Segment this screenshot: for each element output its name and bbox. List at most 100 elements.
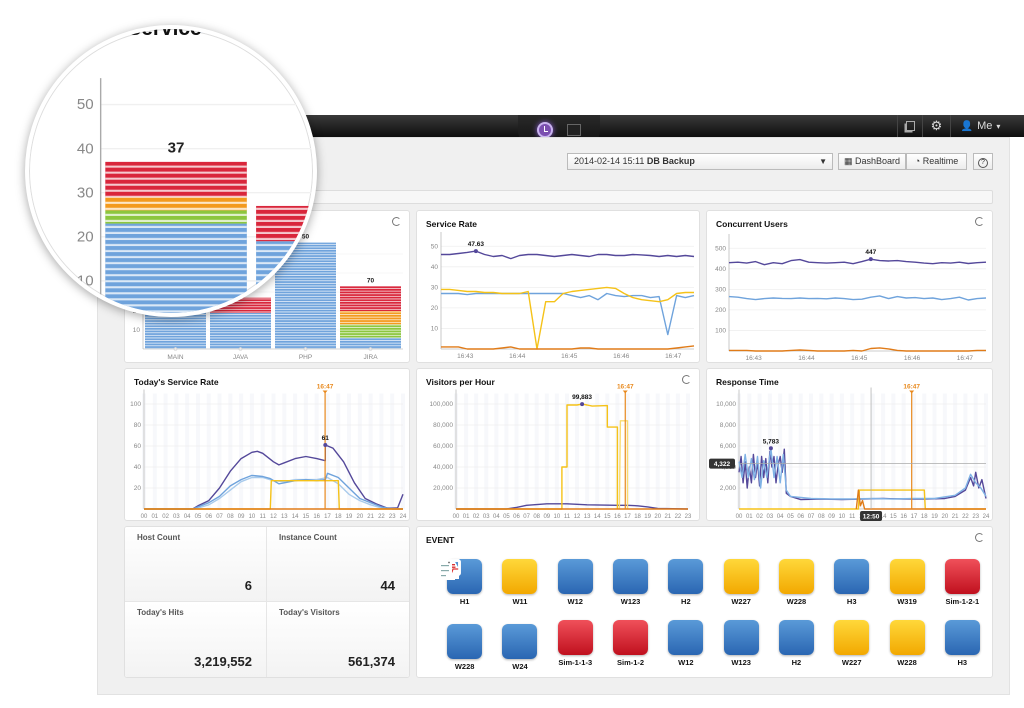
hour-band xyxy=(249,393,254,509)
monitor-icon xyxy=(437,559,593,594)
magnified-active-service-chart: 102030405037MAINJAVA50PHP70JIRAActive Se… xyxy=(59,29,313,313)
y-tick-label: 20 xyxy=(134,485,142,492)
y-tick-label: 50 xyxy=(77,96,94,113)
event-item[interactable]: W11 xyxy=(437,559,547,606)
event-item[interactable]: H3 xyxy=(438,559,879,606)
x-tick-label: 19 xyxy=(644,514,651,520)
event-item[interactable]: W228 xyxy=(437,559,824,606)
x-tick-label: 01 xyxy=(151,514,158,520)
event-item[interactable]: Sim-1-1-3 xyxy=(439,562,603,671)
event-label: W123 xyxy=(620,597,641,606)
y-tick-label: 8,000 xyxy=(720,422,737,429)
series-line xyxy=(441,250,695,260)
hour-band xyxy=(757,393,762,509)
snapshot-date: 2014-02-14 15:11 xyxy=(574,156,645,166)
x-tick-label: 19 xyxy=(931,514,938,520)
hour-band xyxy=(293,393,298,509)
user-menu[interactable]: 👤 Me ▾ xyxy=(950,115,1010,137)
stat-label: Host Count xyxy=(137,533,181,542)
x-tick-label: 07 xyxy=(808,514,815,520)
event-label: H2 xyxy=(681,597,691,606)
data-point xyxy=(768,446,773,451)
event-item[interactable]: W12 xyxy=(437,559,713,671)
y-tick-label: 10 xyxy=(431,325,439,332)
x-tick-label: 03 xyxy=(767,514,774,520)
realtime-icon[interactable] xyxy=(682,375,691,384)
x-tick-label: 11 xyxy=(849,514,856,520)
x-tick-label: 11 xyxy=(260,514,267,520)
clock-icon[interactable] xyxy=(537,122,553,138)
hour-band xyxy=(534,393,539,509)
event-item[interactable]: W12 xyxy=(437,559,603,606)
event-item[interactable]: W319 xyxy=(437,559,934,606)
x-tick-label: 15 xyxy=(303,514,310,520)
x-tick-label: 01 xyxy=(463,514,470,520)
help-button[interactable]: ? xyxy=(973,153,993,170)
panel-title: EVENT xyxy=(426,535,455,545)
hour-band xyxy=(860,393,865,509)
series-line xyxy=(729,347,986,352)
x-tick-label: 18 xyxy=(634,514,641,520)
x-tick-label: 16 xyxy=(614,514,621,520)
x-tick-label: 00 xyxy=(141,514,148,520)
data-point xyxy=(473,249,478,254)
x-tick-label: 16:46 xyxy=(613,353,630,360)
event-item[interactable]: W123 xyxy=(437,559,768,671)
chevron-down-icon: ▾ xyxy=(996,121,1001,131)
y-tick-label: 30 xyxy=(77,184,94,201)
y-tick-label: 60 xyxy=(134,443,142,450)
snapshot-select[interactable]: 2014-02-14 15:11 DB Backup ▼ xyxy=(567,153,833,170)
event-item[interactable]: W227 xyxy=(437,559,879,671)
gear-icon[interactable]: ⚙ xyxy=(922,115,950,137)
y-tick-label: 20,000 xyxy=(433,485,453,492)
event-item[interactable]: W228 xyxy=(437,559,492,671)
stat-value: 3,219,552 xyxy=(194,654,252,669)
event-item[interactable]: W24 xyxy=(437,559,547,671)
event-item[interactable]: Sim-1-2-1 xyxy=(439,559,990,606)
event-item[interactable]: Sim-1-2 xyxy=(439,562,658,671)
inbox-icon xyxy=(439,559,980,594)
event-label: H2 xyxy=(791,658,802,667)
x-tick-label: 09 xyxy=(543,514,550,520)
series-line xyxy=(728,295,987,301)
x-tick-label: 00 xyxy=(453,514,460,520)
event-label: W24 xyxy=(512,662,528,671)
copy-icon[interactable] xyxy=(897,115,922,137)
realtime-icon[interactable] xyxy=(975,217,984,226)
x-tick-label: 17 xyxy=(324,514,331,520)
data-label: 61 xyxy=(322,435,330,442)
hour-band xyxy=(347,393,352,509)
crosshair-y-label: 4,322 xyxy=(714,461,731,468)
hour-band xyxy=(368,393,373,509)
hour-band xyxy=(163,393,168,509)
dashboard-button[interactable]: ▦ DashBoard xyxy=(838,153,906,170)
x-tick-label: 04 xyxy=(184,514,191,520)
realtime-icon[interactable] xyxy=(975,533,984,542)
x-tick-label: 08 xyxy=(227,514,234,520)
bar-value-label: 37 xyxy=(168,140,185,157)
hour-band xyxy=(973,393,978,509)
hour-band xyxy=(932,393,937,509)
window-icon[interactable] xyxy=(567,124,581,136)
event-item[interactable]: W227 xyxy=(437,559,768,606)
help-icon: ? xyxy=(978,158,988,168)
realtime-icon[interactable] xyxy=(392,217,401,226)
hour-band xyxy=(514,393,519,509)
realtime-button[interactable]: ◔ Realtime xyxy=(906,153,967,170)
grid-icon: ▦ xyxy=(843,156,855,166)
x-tick-label: 15 xyxy=(890,514,897,520)
stat-label: Today's Visitors xyxy=(279,608,340,617)
hour-band xyxy=(901,393,906,509)
event-item[interactable]: H2 xyxy=(438,560,824,671)
x-tick-label: 04 xyxy=(777,514,784,520)
hour-band xyxy=(504,393,509,509)
y-tick-label: 30 xyxy=(431,284,439,291)
event-item[interactable]: W228 xyxy=(437,559,934,671)
event-item[interactable]: W123 xyxy=(437,559,658,606)
hour-band xyxy=(282,393,287,509)
stat-label: Today's Hits xyxy=(137,608,184,617)
event-label: W319 xyxy=(897,597,917,606)
event-item[interactable]: H3 xyxy=(438,560,990,671)
x-tick-label: 22 xyxy=(378,514,385,520)
event-item[interactable]: H2 xyxy=(438,559,713,606)
